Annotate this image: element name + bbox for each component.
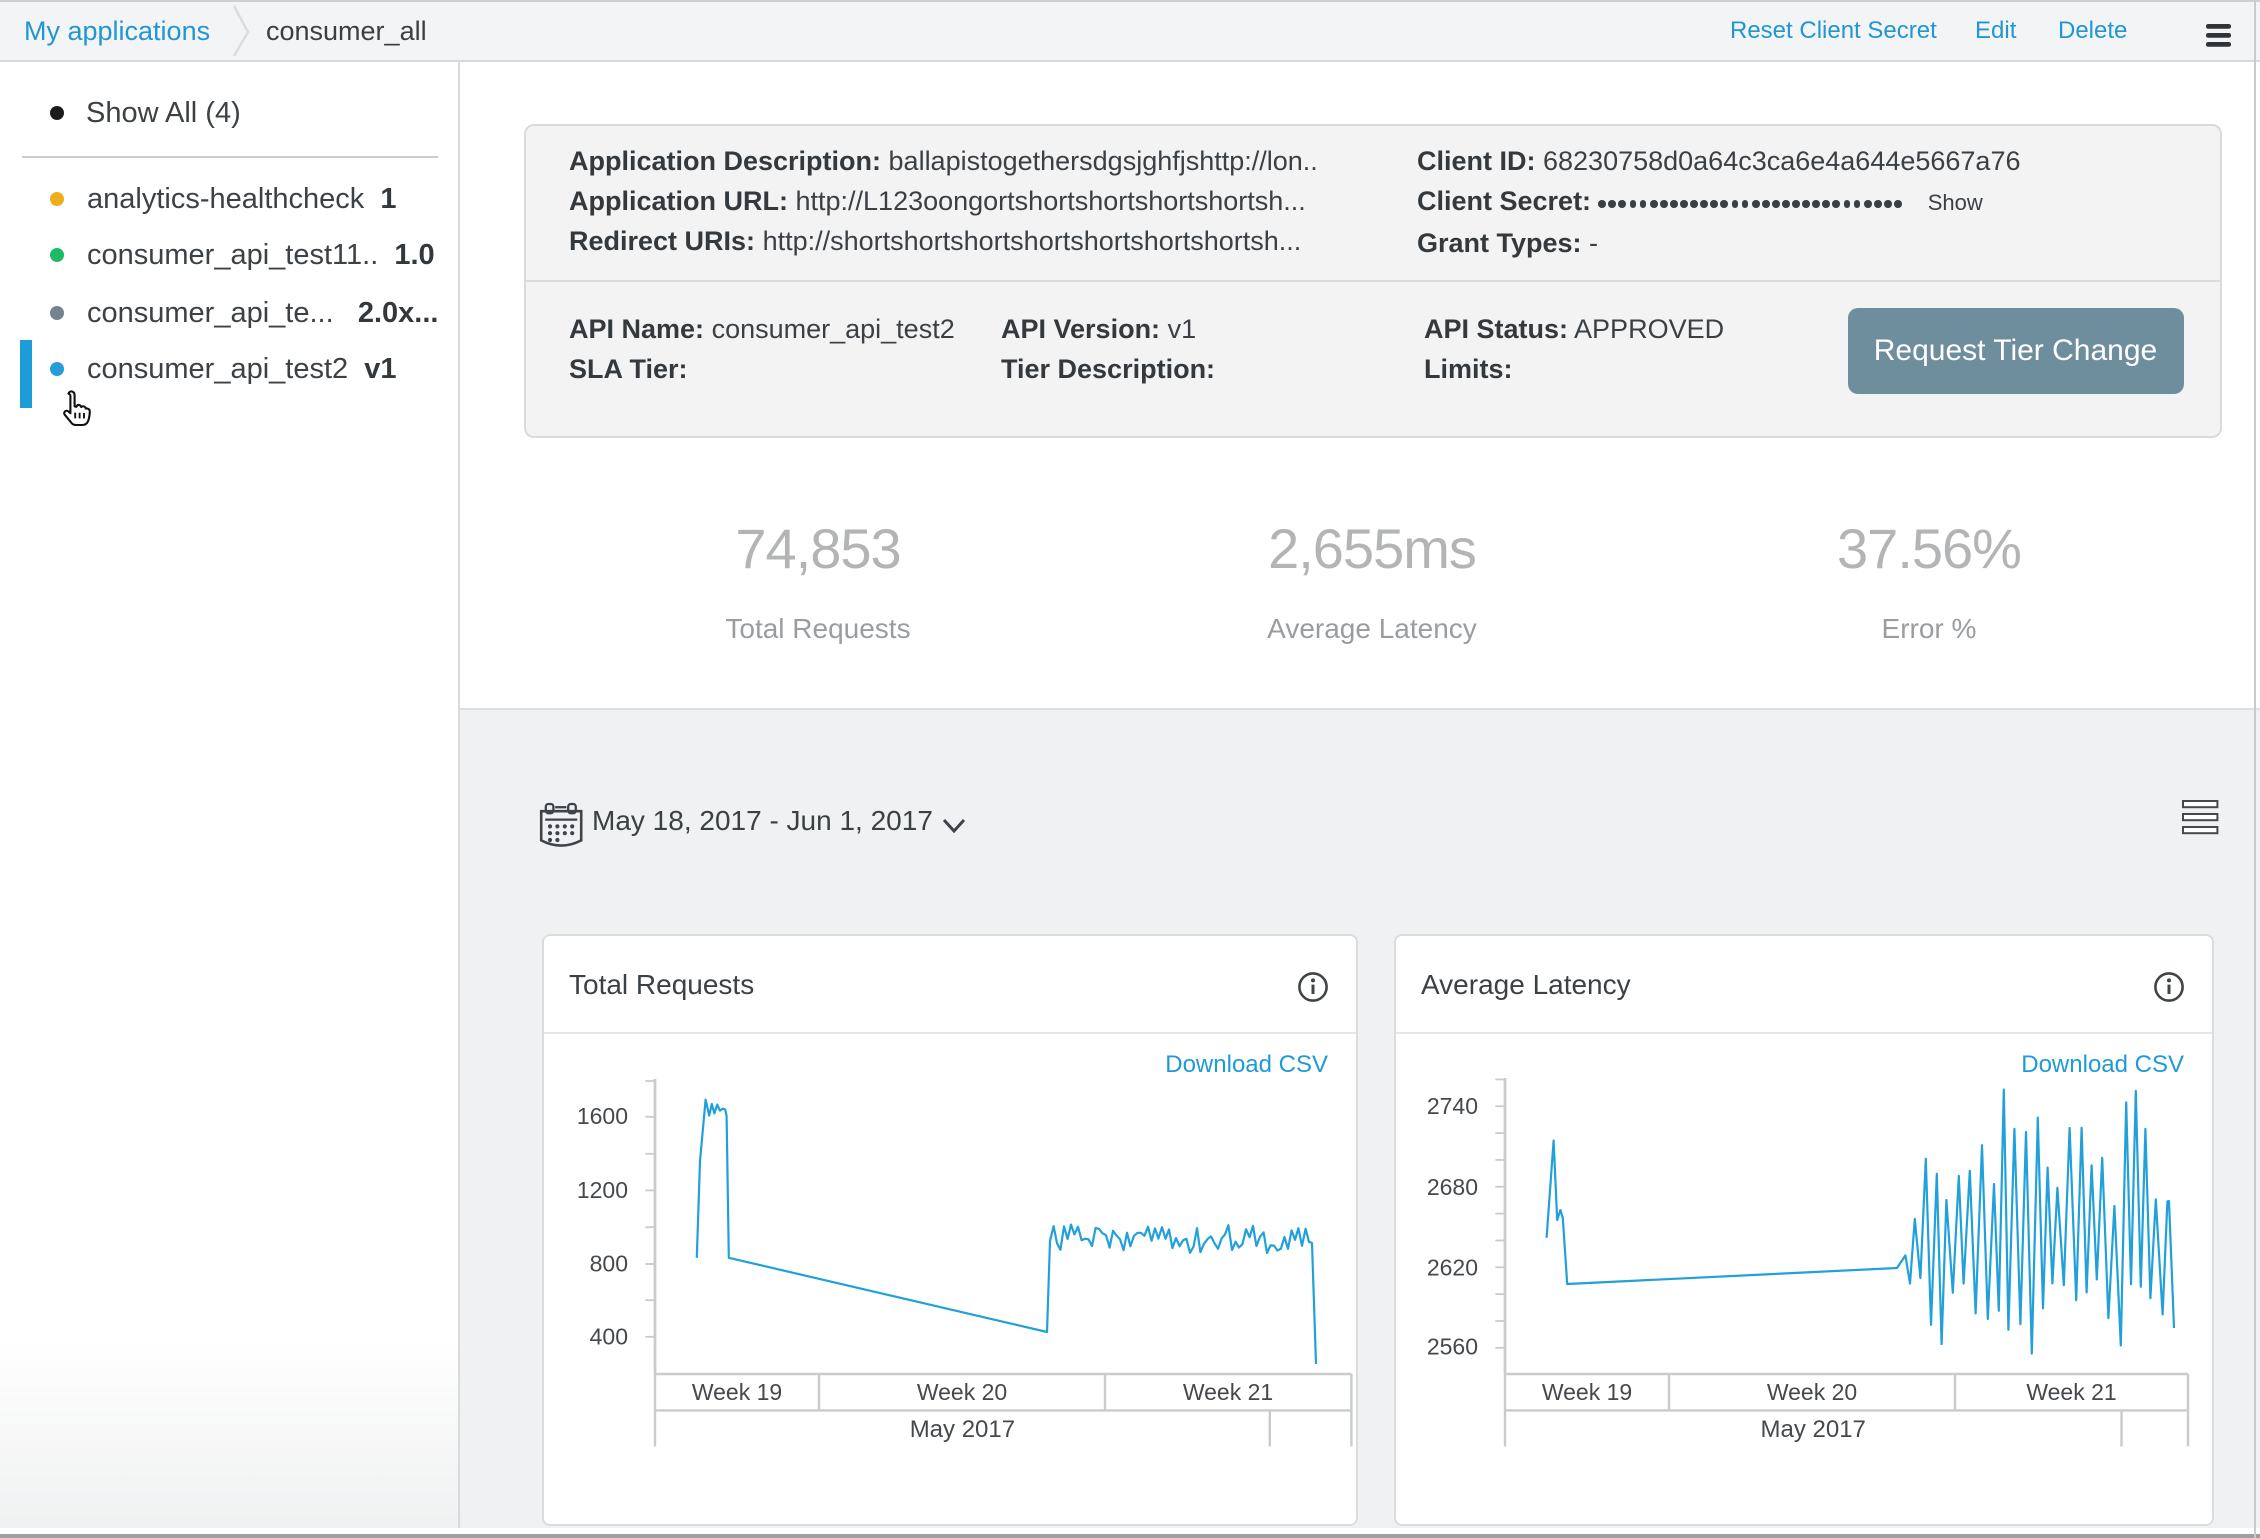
svg-text:2620: 2620	[1427, 1253, 1478, 1279]
svg-text:Week 19: Week 19	[692, 1378, 782, 1404]
svg-text:2560: 2560	[1427, 1333, 1478, 1359]
svg-text:Week 20: Week 20	[1767, 1378, 1857, 1404]
svg-text:2680: 2680	[1427, 1173, 1478, 1199]
svg-text:Week 19: Week 19	[1542, 1378, 1632, 1404]
svg-text:Week 21: Week 21	[1183, 1378, 1273, 1404]
svg-text:Week 21: Week 21	[2026, 1378, 2116, 1404]
svg-text:400: 400	[590, 1322, 628, 1348]
svg-text:1600: 1600	[577, 1102, 628, 1128]
svg-text:May 2017: May 2017	[910, 1415, 1015, 1442]
svg-text:800: 800	[590, 1250, 628, 1276]
svg-text:2740: 2740	[1427, 1092, 1478, 1118]
svg-text:1200: 1200	[577, 1176, 628, 1202]
svg-text:May 2017: May 2017	[1760, 1415, 1865, 1442]
svg-text:Week 20: Week 20	[917, 1378, 1007, 1404]
